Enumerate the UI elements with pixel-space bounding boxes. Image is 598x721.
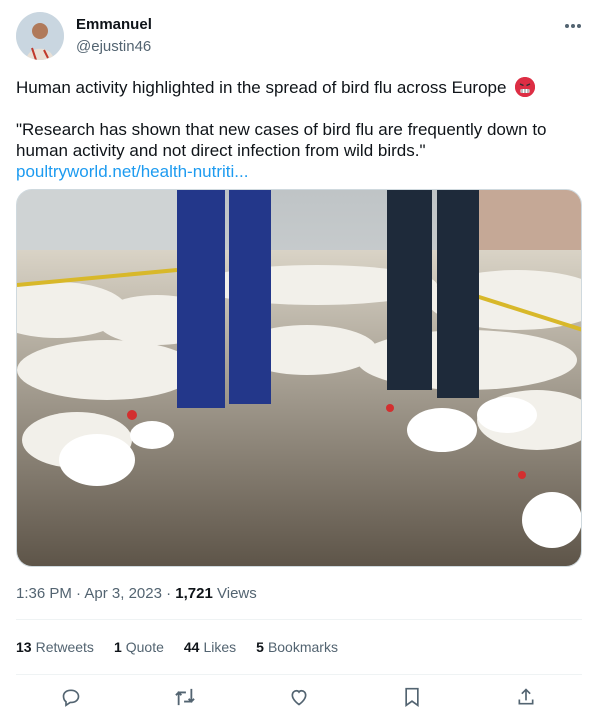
views-label: Views bbox=[217, 585, 257, 602]
bookmarks-label: Bookmarks bbox=[267, 639, 338, 655]
engagement-stats: 13 Retweets 1 Quote 44 Likes 5 Bookmarks bbox=[16, 639, 338, 655]
views-count: 1,721 bbox=[175, 585, 213, 602]
meta-separator: · bbox=[166, 585, 172, 602]
author-handle[interactable]: @ejustin46 bbox=[76, 38, 151, 55]
meta-separator: · bbox=[76, 585, 82, 602]
tweet-time[interactable]: 1:36 PM bbox=[16, 585, 72, 602]
article-link[interactable]: poultryworld.net/health-nutriti... bbox=[16, 161, 248, 182]
share-icon[interactable] bbox=[511, 682, 541, 712]
tweet: Emmanuel @ejustin46 Human activity highl… bbox=[0, 0, 598, 721]
likes-count: 44 bbox=[183, 639, 200, 655]
like-icon[interactable] bbox=[284, 682, 314, 712]
quotes-count: 1 bbox=[113, 639, 122, 655]
tweet-text: Human activity highlighted in the spread… bbox=[16, 78, 507, 97]
reply-icon[interactable] bbox=[56, 682, 86, 712]
retweets-count: 13 bbox=[16, 639, 32, 655]
avatar[interactable] bbox=[16, 12, 64, 60]
divider bbox=[16, 674, 582, 675]
bookmark-icon[interactable] bbox=[397, 682, 427, 712]
tweet-quote: "Research has shown that new cases of bi… bbox=[16, 120, 547, 160]
author-name[interactable]: Emmanuel bbox=[76, 16, 152, 33]
tweet-meta: 1:36 PM · Apr 3, 2023 · 1,721 Views bbox=[16, 585, 257, 602]
angry-face-emoji bbox=[515, 77, 536, 97]
more-icon[interactable] bbox=[558, 12, 588, 40]
likes-stat[interactable]: 44 Likes bbox=[184, 639, 236, 655]
divider bbox=[16, 619, 582, 620]
quotes-stat[interactable]: 1 Quote bbox=[114, 639, 164, 655]
likes-label: Likes bbox=[203, 639, 237, 655]
quotes-label: Quote bbox=[125, 639, 164, 655]
tweet-text-line: Human activity highlighted in the spread… bbox=[16, 77, 581, 98]
retweets-stat[interactable]: 13 Retweets bbox=[16, 639, 94, 655]
bookmarks-stat[interactable]: 5 Bookmarks bbox=[256, 639, 338, 655]
retweet-icon[interactable] bbox=[170, 682, 200, 712]
bookmarks-count: 5 bbox=[256, 639, 264, 655]
tweet-date[interactable]: Apr 3, 2023 bbox=[84, 585, 162, 602]
tweet-image[interactable] bbox=[16, 189, 582, 567]
retweets-label: Retweets bbox=[35, 639, 94, 655]
action-bar bbox=[16, 682, 582, 712]
